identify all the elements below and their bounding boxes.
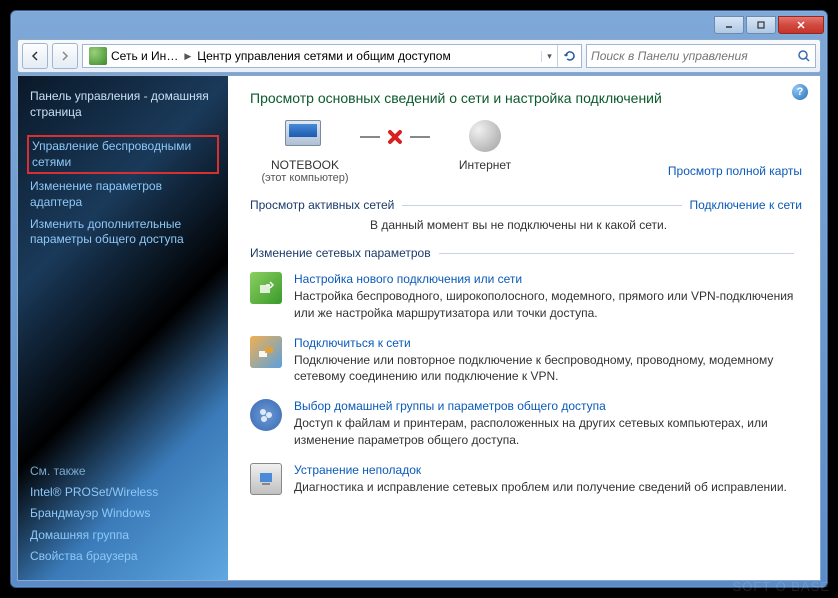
- active-networks-section: Просмотр активных сетей Подключение к се…: [250, 198, 802, 232]
- view-full-map-link[interactable]: Просмотр полной карты: [668, 164, 802, 178]
- sidebar-home-link[interactable]: Панель управления - домашняя страница: [30, 86, 216, 123]
- address-dropdown-button[interactable]: ▾: [541, 51, 557, 62]
- network-map: NOTEBOOK (этот компьютер) Интернет Просм…: [250, 120, 802, 184]
- node-sublabel: (этот компьютер): [250, 172, 360, 184]
- task-desc: Подключение или повторное подключение к …: [294, 352, 802, 386]
- task-desc: Диагностика и исправление сетевых пробле…: [294, 479, 802, 496]
- section-heading: Просмотр активных сетей: [250, 198, 394, 212]
- sidebar: Панель управления - домашняя страница Уп…: [18, 76, 228, 580]
- sidebar-browser-link[interactable]: Свойства браузера: [30, 546, 216, 568]
- x-icon: [386, 128, 404, 146]
- sidebar-adapter-link[interactable]: Изменение параметров адаптера: [30, 176, 216, 213]
- main-panel: ? Просмотр основных сведений о сети и на…: [228, 76, 820, 580]
- task-link[interactable]: Устранение неполадок: [294, 463, 802, 477]
- network-node-internet: Интернет: [430, 120, 540, 172]
- change-settings-section: Изменение сетевых параметров Настройка н…: [250, 246, 802, 496]
- connect-network-icon: [250, 336, 282, 368]
- task-setup-connection: Настройка нового подключения или сети На…: [250, 272, 802, 322]
- task-connect-network: Подключиться к сети Подключение или повт…: [250, 336, 802, 386]
- task-troubleshoot: Устранение неполадок Диагностика и испра…: [250, 463, 802, 496]
- task-desc: Настройка беспроводного, широкополосного…: [294, 288, 802, 322]
- page-title: Просмотр основных сведений о сети и наст…: [250, 90, 802, 106]
- sidebar-intel-link[interactable]: Intel® PROSet/Wireless: [30, 482, 216, 504]
- no-networks-text: В данный момент вы не подключены ни к ка…: [250, 218, 802, 232]
- sidebar-homegroup-link[interactable]: Домашняя группа: [30, 525, 216, 547]
- node-label: NOTEBOOK: [250, 158, 360, 172]
- sidebar-see-also-heading: См. также: [30, 464, 216, 478]
- globe-icon: [469, 120, 501, 152]
- task-link[interactable]: Выбор домашней группы и параметров общег…: [294, 399, 802, 413]
- network-connection-broken: [360, 120, 430, 154]
- section-heading: Изменение сетевых параметров: [250, 246, 431, 260]
- task-homegroup: Выбор домашней группы и параметров общег…: [250, 399, 802, 449]
- sidebar-firewall-link[interactable]: Брандмауэр Windows: [30, 503, 216, 525]
- address-bar[interactable]: Сеть и Ин… ▶ Центр управления сетями и о…: [82, 44, 582, 68]
- sidebar-wireless-link[interactable]: Управление беспроводными сетями: [27, 135, 219, 174]
- search-input[interactable]: [591, 49, 797, 63]
- search-icon: [797, 49, 811, 63]
- maximize-button[interactable]: [746, 16, 776, 34]
- content-area: Панель управления - домашняя страница Уп…: [17, 75, 821, 581]
- breadcrumb-segment[interactable]: Сеть и Ин…: [111, 49, 178, 63]
- watermark: SOFT O BASE: [733, 579, 830, 594]
- chevron-right-icon[interactable]: ▶: [182, 51, 193, 62]
- troubleshoot-icon: [250, 463, 282, 495]
- homegroup-icon: [250, 399, 282, 431]
- connect-to-network-link[interactable]: Подключение к сети: [690, 198, 802, 212]
- forward-button[interactable]: [52, 43, 78, 69]
- computer-icon: [285, 120, 321, 146]
- breadcrumb-segment[interactable]: Центр управления сетями и общим доступом: [197, 49, 451, 63]
- task-link[interactable]: Настройка нового подключения или сети: [294, 272, 802, 286]
- help-button[interactable]: ?: [792, 84, 808, 100]
- close-button[interactable]: [778, 16, 824, 34]
- titlebar: [11, 11, 827, 39]
- search-box[interactable]: [586, 44, 816, 68]
- window-frame: Сеть и Ин… ▶ Центр управления сетями и о…: [10, 10, 828, 588]
- sidebar-sharing-link[interactable]: Изменить дополнительные параметры общего…: [30, 214, 216, 251]
- back-button[interactable]: [22, 43, 48, 69]
- node-label: Интернет: [430, 158, 540, 172]
- sidebar-see-also: См. также Intel® PROSet/Wireless Брандма…: [30, 464, 216, 568]
- task-desc: Доступ к файлам и принтерам, расположенн…: [294, 415, 802, 449]
- network-node-this-pc: NOTEBOOK (этот компьютер): [250, 120, 360, 184]
- navbar: Сеть и Ин… ▶ Центр управления сетями и о…: [17, 39, 821, 73]
- setup-connection-icon: [250, 272, 282, 304]
- network-category-icon: [89, 47, 107, 65]
- task-link[interactable]: Подключиться к сети: [294, 336, 802, 350]
- minimize-button[interactable]: [714, 16, 744, 34]
- refresh-button[interactable]: [557, 45, 581, 67]
